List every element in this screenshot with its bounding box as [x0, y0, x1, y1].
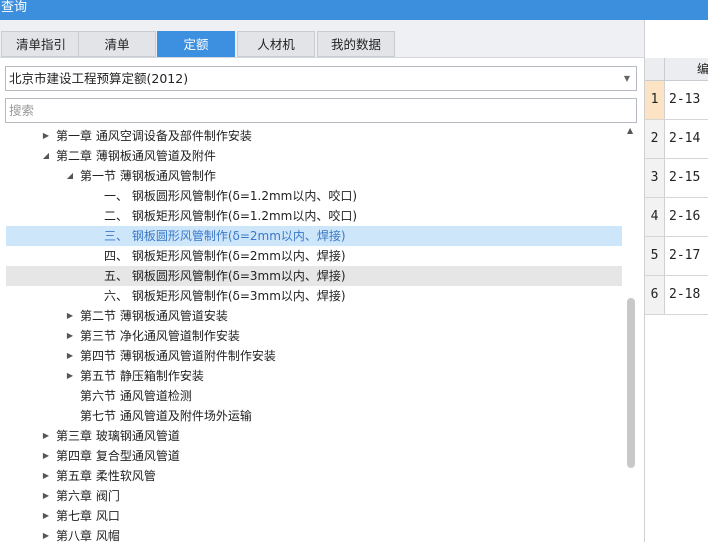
tree-item[interactable]: ▶ 第六章 阀门: [6, 486, 622, 506]
results-header: 编: [645, 58, 708, 81]
tree-item[interactable]: 三、 钢板圆形风管制作(δ=2mm以内、焊接): [6, 226, 622, 246]
tree-item-label: 第一章 通风空调设备及部件制作安装: [56, 129, 252, 143]
expand-arrow-icon[interactable]: ▶: [40, 506, 52, 526]
expand-arrow-icon[interactable]: ▶: [64, 366, 76, 386]
tree-item[interactable]: ▶ 第二节 薄钢板通风管道安装: [6, 306, 622, 326]
tab-list-guide[interactable]: 清单指引: [1, 31, 81, 57]
tree-item[interactable]: ▶ 第一章 通风空调设备及部件制作安装: [6, 126, 622, 146]
tree-item-label: 四、 钢板矩形风管制作(δ=2mm以内、焊接): [104, 249, 346, 263]
query-pane: 北京市建设工程预算定额(2012) ▼ 搜索 ▶ 第一章 通风空调设备及部件制作安…: [0, 58, 644, 542]
table-row[interactable]: 4 2-16: [645, 198, 708, 237]
row-number: 5: [645, 237, 665, 275]
tree-item-label: 第八章 风帽: [56, 529, 120, 542]
scrollbar-thumb[interactable]: [627, 298, 635, 468]
tree-item-label: 第四节 薄钢板通风管道附件制作安装: [80, 349, 276, 363]
quota-code: 2-16: [669, 209, 701, 224]
expand-arrow-icon[interactable]: ▶: [40, 486, 52, 506]
expand-arrow-icon[interactable]: ▶: [64, 326, 76, 346]
quota-code: 2-14: [669, 131, 701, 146]
table-row[interactable]: 2 2-14: [645, 120, 708, 159]
tree-item-label: 第二章 薄钢板通风管道及附件: [56, 149, 216, 163]
tree-item[interactable]: 六、 钢板矩形风管制作(δ=3mm以内、焊接): [6, 286, 622, 306]
quota-code: 2-13: [669, 92, 701, 107]
collapse-arrow-icon[interactable]: ◢: [40, 146, 52, 166]
expand-arrow-icon[interactable]: ▶: [64, 306, 76, 326]
tree-item-label: 二、 钢板矩形风管制作(δ=1.2mm以内、咬口): [104, 209, 358, 223]
tree-item-label: 第三章 玻璃钢通风管道: [56, 429, 180, 443]
tree-item[interactable]: ▶ 第四章 复合型通风管道: [6, 446, 622, 466]
tree-item[interactable]: ▶ 第四节 薄钢板通风管道附件制作安装: [6, 346, 622, 366]
tree-item-label: 第六章 阀门: [56, 489, 120, 503]
tree-item-label: 第三节 净化通风管道制作安装: [80, 329, 240, 343]
table-row[interactable]: 6 2-18: [645, 276, 708, 315]
expand-arrow-icon[interactable]: ▶: [64, 346, 76, 366]
tree-item[interactable]: 第七节 通风管道及附件场外运输: [6, 406, 622, 426]
tab-labor-material-machine[interactable]: 人材机: [237, 31, 315, 57]
tab-my-data[interactable]: 我的数据: [317, 31, 395, 57]
expand-arrow-icon[interactable]: ▶: [40, 466, 52, 486]
tree-item-label: 一、 钢板圆形风管制作(δ=1.2mm以内、咬口): [104, 189, 358, 203]
tree-item[interactable]: ◢ 第二章 薄钢板通风管道及附件: [6, 146, 622, 166]
window-title: 查询: [0, 0, 708, 20]
quota-code: 2-18: [669, 287, 701, 302]
code-column-header[interactable]: 编: [697, 60, 708, 77]
row-number: 1: [645, 81, 665, 119]
library-select-value: 北京市建设工程预算定额(2012): [9, 71, 189, 86]
row-number: 4: [645, 198, 665, 236]
row-number: 2: [645, 120, 665, 158]
quota-code: 2-15: [669, 170, 701, 185]
tree-item[interactable]: 五、 钢板圆形风管制作(δ=3mm以内、焊接): [6, 266, 622, 286]
tree-item[interactable]: ◢ 第一节 薄钢板通风管制作: [6, 166, 622, 186]
tree-item[interactable]: ▶ 第五章 柔性软风管: [6, 466, 622, 486]
row-number: 6: [645, 276, 665, 314]
quota-tree: ▶ 第一章 通风空调设备及部件制作安装 ◢ 第二章 薄钢板通风管道及附件 ◢ 第一节 薄钢…: [0, 126, 622, 542]
tree-item-label: 五、 钢板圆形风管制作(δ=3mm以内、焊接): [104, 269, 346, 283]
tab-quota[interactable]: 定额: [157, 31, 235, 57]
quota-code: 2-17: [669, 248, 701, 263]
tree-item-label: 第七节 通风管道及附件场外运输: [80, 409, 252, 423]
expand-arrow-icon[interactable]: ▶: [40, 126, 52, 146]
tree-item-label: 第二节 薄钢板通风管道安装: [80, 309, 228, 323]
tree-item[interactable]: 一、 钢板圆形风管制作(δ=1.2mm以内、咬口): [6, 186, 622, 206]
tree-item[interactable]: ▶ 第八章 风帽: [6, 526, 622, 542]
search-input[interactable]: 搜索: [5, 98, 637, 123]
results-pane: 编 1 2-13 2 2-14 3 2-15 4 2-16 5 2-17 6 2-18: [644, 20, 708, 542]
tree-item-label: 六、 钢板矩形风管制作(δ=3mm以内、焊接): [104, 289, 346, 303]
tab-bar: 清单指引 清单 定额 人材机 我的数据: [0, 20, 644, 58]
chevron-down-icon[interactable]: ▼: [624, 67, 630, 90]
tree-item-label: 第五节 静压箱制作安装: [80, 369, 204, 383]
library-select[interactable]: 北京市建设工程预算定额(2012) ▼: [5, 66, 637, 91]
tree-item-label: 第四章 复合型通风管道: [56, 449, 180, 463]
tree-item-label: 第五章 柔性软风管: [56, 469, 156, 483]
tree-item-label: 三、 钢板圆形风管制作(δ=2mm以内、焊接): [104, 229, 346, 243]
tree-item[interactable]: ▶ 第三章 玻璃钢通风管道: [6, 426, 622, 446]
expand-arrow-icon[interactable]: ▶: [40, 526, 52, 542]
scroll-up-icon[interactable]: ▲: [627, 126, 633, 135]
tree-item[interactable]: ▶ 第三节 净化通风管道制作安装: [6, 326, 622, 346]
tree-item[interactable]: ▶ 第七章 风口: [6, 506, 622, 526]
tree-item[interactable]: 四、 钢板矩形风管制作(δ=2mm以内、焊接): [6, 246, 622, 266]
tree-item-label: 第六节 通风管道检测: [80, 389, 192, 403]
table-row[interactable]: 3 2-15: [645, 159, 708, 198]
tab-list[interactable]: 清单: [78, 31, 156, 57]
tree-item[interactable]: ▶ 第五节 静压箱制作安装: [6, 366, 622, 386]
tree-item-label: 第一节 薄钢板通风管制作: [80, 169, 216, 183]
header-corner[interactable]: [645, 58, 665, 80]
row-number: 3: [645, 159, 665, 197]
tree-item[interactable]: 二、 钢板矩形风管制作(δ=1.2mm以内、咬口): [6, 206, 622, 226]
expand-arrow-icon[interactable]: ▶: [40, 426, 52, 446]
table-row[interactable]: 5 2-17: [645, 237, 708, 276]
collapse-arrow-icon[interactable]: ◢: [64, 166, 76, 186]
tree-item-label: 第七章 风口: [56, 509, 120, 523]
expand-arrow-icon[interactable]: ▶: [40, 446, 52, 466]
tree-item[interactable]: 第六节 通风管道检测: [6, 386, 622, 406]
table-row[interactable]: 1 2-13: [645, 81, 708, 120]
tree-scrollbar[interactable]: ▲: [625, 126, 637, 542]
